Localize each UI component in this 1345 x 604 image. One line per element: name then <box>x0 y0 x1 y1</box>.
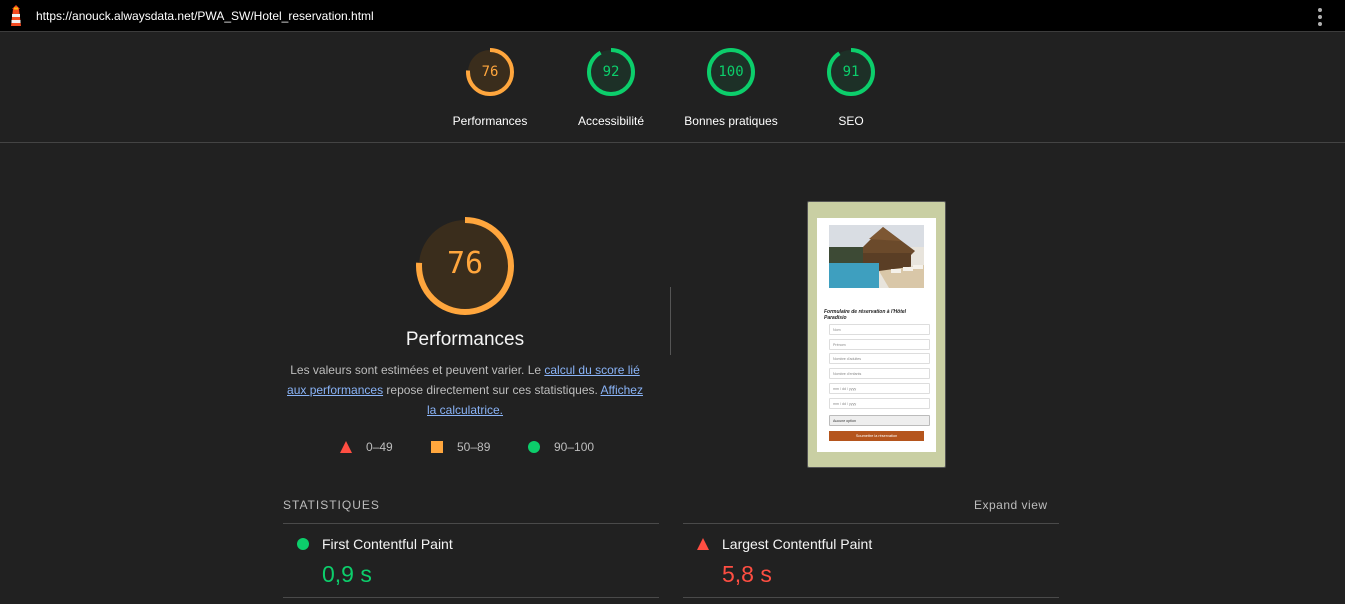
square-icon <box>431 441 443 453</box>
statistics-heading: STATISTIQUES <box>283 498 380 512</box>
legend-average-label: 50–89 <box>457 440 491 454</box>
category-scores: 76 Performances 92 Accessibilité 100 Bon… <box>0 32 1345 143</box>
thumbnail-field: Prénom <box>829 339 930 350</box>
lighthouse-logo-icon <box>11 5 21 26</box>
legend-fail-label: 0–49 <box>366 440 393 454</box>
circle-icon <box>528 441 540 453</box>
desc-text: Les valeurs sont estimées et peuvent var… <box>290 363 545 377</box>
main-performance-gauge: 76 <box>414 215 516 317</box>
gauge-score: 100 <box>718 64 744 80</box>
gauge-label: Bonnes pratiques <box>684 114 778 128</box>
thumbnail-submit-button: Soumettre la réservation <box>829 431 924 441</box>
gauge-accessibility[interactable]: 92 Accessibilité <box>551 47 671 128</box>
thumbnail-select: Aucune option <box>829 415 930 426</box>
gauge-label: Accessibilité <box>577 114 645 128</box>
final-screenshot-thumbnail[interactable]: Formulaire de réservation à l'Hôtel Para… <box>807 201 946 468</box>
gauge-score: 91 <box>842 64 860 80</box>
divider <box>283 597 659 598</box>
thumbnail-field: Nombre d'adultes <box>829 353 930 364</box>
hotel-photo-image <box>829 225 924 288</box>
pass-circle-icon <box>297 538 309 550</box>
metric-value-lcp: 5,8 s <box>722 561 772 587</box>
thumbnail-field: mm / dd / yyyy <box>829 383 930 394</box>
gauge-score: 92 <box>602 64 620 80</box>
main-category-title: Performances <box>405 329 525 350</box>
vertical-divider <box>670 287 671 355</box>
legend-average: 50–89 <box>431 440 490 454</box>
gauge-seo[interactable]: 91 SEO <box>791 47 911 128</box>
thumbnail-field: Nombre d'enfants <box>829 368 930 379</box>
score-description: Les valeurs sont estimées et peuvent var… <box>284 360 646 420</box>
divider <box>683 597 1059 598</box>
more-options-icon[interactable] <box>1317 8 1323 26</box>
page-url[interactable]: https://anouck.alwaysdata.net/PWA_SW/Hot… <box>36 9 374 23</box>
fail-triangle-icon <box>697 538 709 550</box>
triangle-icon <box>340 441 352 453</box>
legend-pass: 90–100 <box>528 440 594 454</box>
thumbnail-form-title: Formulaire de réservation à l'Hôtel Para… <box>824 309 907 321</box>
divider <box>683 523 1059 524</box>
main-score: 76 <box>446 246 484 281</box>
gauge-best-practices[interactable]: 100 Bonnes pratiques <box>671 47 791 128</box>
gauge-score: 76 <box>481 64 499 80</box>
metric-name-lcp: Largest Contentful Paint <box>722 536 873 552</box>
legend-pass-label: 90–100 <box>554 440 595 454</box>
thumbnail-field: Nom <box>829 324 930 335</box>
gauge-label: SEO <box>838 114 864 128</box>
expand-view-button[interactable]: Expand view <box>974 498 1048 512</box>
gauge-label: Performances <box>452 114 528 128</box>
divider <box>283 523 659 524</box>
gauge-performance[interactable]: 76 Performances <box>430 47 550 128</box>
thumbnail-field: mm / dd / yyyy <box>829 398 930 409</box>
desc-text: repose directement sur ces statistiques. <box>383 383 601 397</box>
thumbnail-form-card: Formulaire de réservation à l'Hôtel Para… <box>817 218 936 452</box>
metric-value-fcp: 0,9 s <box>322 561 372 587</box>
top-bar: https://anouck.alwaysdata.net/PWA_SW/Hot… <box>0 0 1345 32</box>
metric-name-fcp: First Contentful Paint <box>322 536 453 552</box>
legend-fail: 0–49 <box>340 440 393 454</box>
